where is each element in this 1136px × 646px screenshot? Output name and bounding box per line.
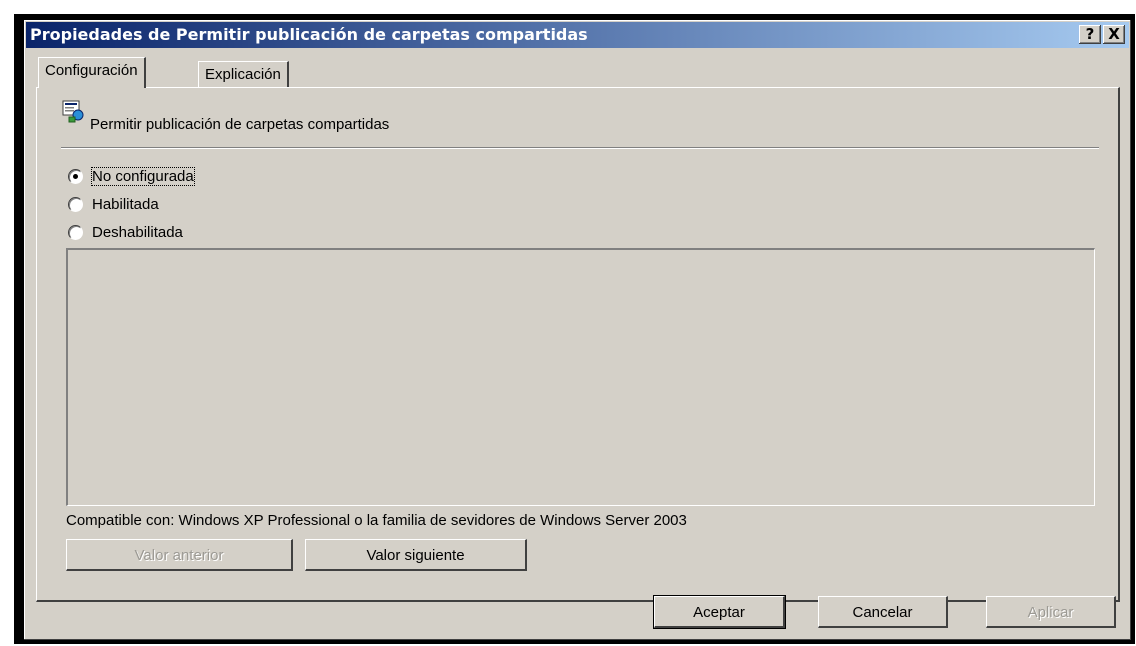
radio-label-no-configurada: No configurada — [91, 166, 195, 186]
apply-button[interactable]: Aplicar — [986, 596, 1116, 628]
ok-button[interactable]: Aceptar — [653, 595, 786, 629]
compatibility-text: Compatible con: Windows XP Professional … — [66, 512, 687, 529]
radio-label-habilitada: Habilitada — [92, 195, 159, 213]
tab-configuracion[interactable]: Configuración — [38, 57, 146, 88]
radio-no-configurada[interactable]: No configurada — [68, 165, 195, 187]
tab-explicacion[interactable]: Explicación — [198, 61, 289, 88]
radio-habilitada[interactable]: Habilitada — [68, 193, 159, 215]
window-title: Propiedades de Permitir publicación de c… — [30, 25, 588, 44]
radio-button-selected[interactable] — [68, 168, 83, 184]
help-button[interactable]: ? — [1079, 25, 1101, 44]
close-button[interactable]: X — [1103, 25, 1125, 44]
policy-setting-icon — [62, 100, 84, 123]
previous-setting-button[interactable]: Valor anterior — [66, 539, 293, 571]
policy-title: Permitir publicación de carpetas compart… — [90, 116, 390, 133]
radio-label-deshabilitada: Deshabilitada — [92, 223, 183, 241]
settings-area — [66, 248, 1095, 506]
radio-button[interactable] — [68, 224, 83, 240]
radio-deshabilitada[interactable]: Deshabilitada — [68, 221, 183, 243]
title-bar[interactable]: Propiedades de Permitir publicación de c… — [26, 22, 1129, 48]
next-setting-button[interactable]: Valor siguiente — [305, 539, 527, 571]
radio-button[interactable] — [68, 196, 83, 212]
properties-dialog: Propiedades de Permitir publicación de c… — [24, 20, 1131, 640]
cancel-button[interactable]: Cancelar — [818, 596, 948, 628]
separator — [61, 147, 1099, 149]
